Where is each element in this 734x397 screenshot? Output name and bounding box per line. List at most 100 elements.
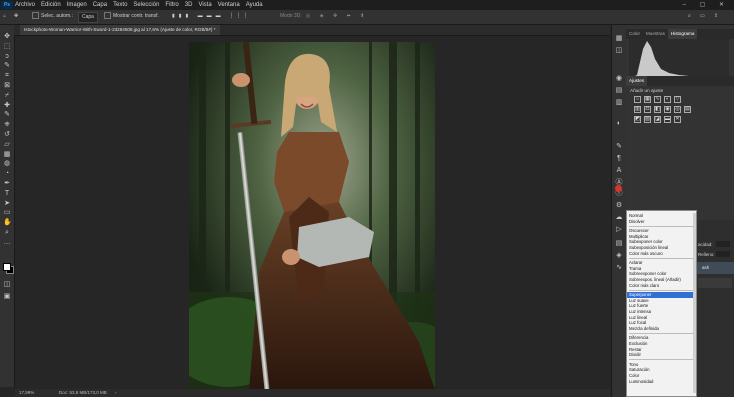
- actions-panel-icon[interactable]: ▷: [615, 226, 623, 234]
- hue-saturation-icon[interactable]: ▥: [634, 106, 641, 113]
- 3d-mode-icons[interactable]: ◎ ◈ ✥ ⬌ ⬍: [306, 12, 368, 21]
- rectangle-tool-icon[interactable]: ▭: [3, 209, 11, 216]
- quick-select-tool-icon[interactable]: ✎: [3, 62, 11, 69]
- menu-item-0[interactable]: Archivo: [15, 0, 35, 10]
- levels-icon[interactable]: ▦: [644, 96, 651, 103]
- gradient-tool-icon[interactable]: ▦: [3, 151, 11, 158]
- home-icon[interactable]: ⌂: [3, 12, 6, 21]
- hand-tool-icon[interactable]: ✋: [3, 219, 12, 226]
- color-panel-icon[interactable]: ◉: [615, 75, 623, 83]
- healing-tool-icon[interactable]: ✚: [3, 102, 11, 109]
- invert-icon[interactable]: ◩: [634, 116, 641, 123]
- document-tab[interactable]: Istockphoto-Woman-Warrior-With-Sword-1-2…: [20, 25, 220, 35]
- quick-mask-icon[interactable]: ◫: [3, 281, 11, 288]
- menu-item-9[interactable]: Ventana: [218, 0, 240, 10]
- foreground-color-swatch[interactable]: [3, 263, 11, 271]
- menu-item-6[interactable]: Filtro: [165, 0, 178, 10]
- marquee-tool-icon[interactable]: ⬚: [3, 43, 11, 50]
- libraries-panel-icon[interactable]: ☁: [615, 214, 623, 222]
- blend-mode-option[interactable]: Color más claro: [627, 283, 696, 289]
- search-icon[interactable]: ⌕: [688, 12, 691, 21]
- path-select-tool-icon[interactable]: ➤: [3, 200, 11, 207]
- brush-settings-panel-icon[interactable]: ✎: [615, 143, 623, 151]
- align-icons[interactable]: ▮▮▮ ▬▬▬ ┆┆┆: [172, 12, 251, 21]
- autoselect-dropdown[interactable]: Capa: [78, 12, 98, 23]
- blur-tool-icon[interactable]: ◍: [3, 160, 11, 167]
- blend-mode-option[interactable]: Luminosidad: [627, 379, 696, 385]
- adjustments-panel-icon[interactable]: ◐: [615, 120, 623, 128]
- lasso-tool-icon[interactable]: ↄ: [3, 53, 11, 60]
- type-tool-icon[interactable]: T: [3, 190, 11, 197]
- status-arrow-icon[interactable]: ›: [115, 389, 117, 397]
- dropdown-scrollbar[interactable]: [693, 213, 696, 393]
- more-tool-icon[interactable]: …: [3, 239, 11, 246]
- share-icon[interactable]: ⇪: [714, 12, 718, 21]
- autoselect-checkbox[interactable]: Selec. autom.:: [32, 12, 73, 21]
- selective-color-icon[interactable]: ✕: [674, 116, 681, 123]
- fill-field[interactable]: [716, 251, 730, 257]
- menu-item-10[interactable]: Ayuda: [246, 0, 263, 10]
- tab-histogram[interactable]: Histograma: [667, 29, 698, 39]
- channel-mixer-icon[interactable]: ◎: [674, 106, 681, 113]
- workspace-icon[interactable]: ▭: [700, 12, 705, 21]
- menu-item-5[interactable]: Selección: [133, 0, 159, 10]
- brush-tool-icon[interactable]: ✎: [3, 111, 11, 118]
- paragraph-panel-icon[interactable]: ¶: [615, 155, 623, 163]
- black-white-icon[interactable]: ◧: [654, 106, 661, 113]
- tab-color[interactable]: Color: [626, 29, 643, 39]
- document-image[interactable]: [189, 42, 435, 390]
- layers-panel-icon[interactable]: ▤: [615, 240, 623, 248]
- brightness-icon[interactable]: ☼: [634, 96, 641, 103]
- blend-mode-option[interactable]: Dividir: [627, 352, 696, 358]
- eyedropper-tool-icon[interactable]: ⌿: [3, 92, 11, 99]
- menu-item-7[interactable]: 3D: [185, 0, 193, 10]
- dodge-tool-icon[interactable]: ◔: [3, 170, 11, 177]
- posterize-icon[interactable]: ▧: [644, 116, 651, 123]
- window-controls[interactable]: – ▢ ✕: [683, 0, 730, 10]
- transform-controls-checkbox[interactable]: Mostrar contr. transf.: [104, 12, 159, 21]
- opacity-field[interactable]: [716, 241, 730, 247]
- eraser-tool-icon[interactable]: ▱: [3, 141, 11, 148]
- blend-mode-option[interactable]: Mezcla definida: [627, 326, 696, 332]
- move-tool-icon[interactable]: ✥: [3, 33, 11, 40]
- color-balance-icon[interactable]: ⚖: [644, 106, 651, 113]
- history-brush-tool-icon[interactable]: ↺: [3, 131, 11, 138]
- color-lookup-icon[interactable]: ▤: [684, 106, 691, 113]
- channels-panel-icon[interactable]: ◈: [615, 252, 623, 260]
- screen-mode-icon[interactable]: ▣: [3, 293, 11, 300]
- zoom-level[interactable]: 17,99%: [19, 389, 34, 397]
- gradient-map-icon[interactable]: ▬: [664, 116, 671, 123]
- menu-bar: Ps Archivo Edición Imagen Capa Texto Selección…: [0, 0, 734, 10]
- clone-stamp-tool-icon[interactable]: ⎈: [3, 121, 11, 128]
- zoom-tool-icon[interactable]: ⌕: [3, 229, 11, 236]
- blend-mode-option[interactable]: Disolver: [627, 219, 696, 225]
- frame-tool-icon[interactable]: ⊠: [3, 82, 11, 89]
- tab-adjustments[interactable]: Ajustes: [626, 76, 648, 86]
- exposure-icon[interactable]: ◐: [664, 96, 671, 103]
- menu-item-3[interactable]: Capa: [93, 0, 107, 10]
- tab-swatches[interactable]: Muestras: [643, 29, 668, 39]
- blend-mode-option[interactable]: Color más oscuro: [627, 251, 696, 257]
- pen-tool-icon[interactable]: ✒: [3, 180, 11, 187]
- vibrance-icon[interactable]: ▽: [674, 96, 681, 103]
- blend-mode-dropdown[interactable]: Normal Disolver Oscurecer Multiplicar Subexp…: [626, 210, 697, 397]
- layer-row[interactable]: [698, 278, 732, 288]
- menu-item-4[interactable]: Texto: [113, 0, 127, 10]
- paths-panel-icon[interactable]: ∿: [615, 264, 623, 272]
- menu-item-2[interactable]: Imagen: [67, 0, 87, 10]
- history-panel-icon[interactable]: ▦: [615, 35, 623, 43]
- threshold-icon[interactable]: ◪: [654, 116, 661, 123]
- swatches-panel-icon[interactable]: ▤: [615, 87, 623, 95]
- properties-panel-icon[interactable]: ⚙: [615, 202, 623, 210]
- character-panel-icon[interactable]: A: [615, 167, 623, 175]
- move-tool-icon[interactable]: ✥: [14, 12, 18, 21]
- curves-icon[interactable]: ∿: [654, 96, 661, 103]
- menu-item-8[interactable]: Vista: [198, 0, 211, 10]
- menu-separator: [629, 289, 693, 291]
- menu-item-1[interactable]: Edición: [41, 0, 61, 10]
- creative-cloud-icon[interactable]: [615, 185, 622, 192]
- crop-tool-icon[interactable]: ⌗: [3, 72, 11, 79]
- layer-comps-panel-icon[interactable]: ◫: [615, 47, 623, 55]
- histogram-panel-icon[interactable]: ▥: [615, 99, 623, 107]
- photo-filter-icon[interactable]: ◉: [664, 106, 671, 113]
